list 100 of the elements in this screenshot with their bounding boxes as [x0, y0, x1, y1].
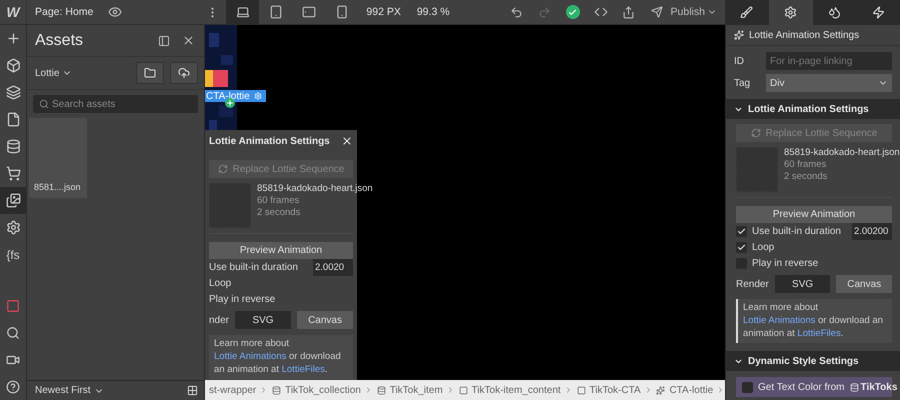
file-name: 85819-kadokado-heart.json [784, 147, 900, 158]
images-icon [6, 193, 20, 208]
panel-tab[interactable] [812, 0, 856, 24]
render-label: Render [736, 278, 769, 290]
plus-icon [6, 31, 20, 46]
close-icon[interactable] [341, 135, 353, 147]
settings-icon [784, 6, 798, 18]
device-button[interactable] [226, 0, 260, 24]
breadcrumb-item[interactable]: CTA-lottie [652, 384, 716, 396]
section-header[interactable]: Dynamic Style Settings [726, 351, 900, 372]
preview-animation-button[interactable]: Preview Animation [736, 206, 892, 223]
sort-dropdown[interactable]: Newest First [35, 385, 104, 396]
option-label: Use built-in duration [752, 226, 841, 236]
lottie-icon [656, 386, 666, 394]
folder-icon [144, 67, 156, 79]
lottie-animations-link[interactable]: Lottie Animations [214, 350, 286, 362]
panel-tab[interactable] [856, 0, 900, 24]
panel-header: Lottie Animation Settings [749, 30, 860, 40]
upload-button[interactable] [170, 62, 198, 84]
canvas-width: 992 PX [365, 6, 402, 18]
duration-text: 2 seconds [257, 207, 302, 218]
duration-field[interactable]: 2.00200 [852, 222, 892, 240]
frame-count: 60 frames [784, 159, 828, 170]
frame-count: 60 frames [257, 195, 300, 206]
breadcrumb-item[interactable]: TikTok_item [372, 384, 446, 396]
option-label: Loop [209, 278, 232, 288]
lightning-icon [872, 6, 885, 18]
finsweet-button[interactable]: {fs [0, 241, 26, 268]
option-label: Use built-in duration [209, 262, 298, 272]
folder-dropdown[interactable]: Lottie [35, 68, 130, 78]
option-label: Loop [752, 242, 774, 252]
phone-icon [334, 5, 349, 19]
render-option[interactable]: Canvas [297, 311, 354, 329]
zoom-level: 99.3 % [416, 6, 451, 18]
section-header[interactable]: Lottie Animation Settings [726, 99, 900, 119]
binding-label: Get Text Color from [758, 382, 845, 393]
panel-tab[interactable] [725, 0, 769, 24]
checkbox[interactable] [736, 242, 747, 252]
lottiefiles-link[interactable]: LottieFiles [282, 364, 325, 375]
breadcrumb-item[interactable]: TikTok-CTA [572, 384, 644, 396]
duration-text: 2 seconds [784, 171, 828, 182]
search-icon [6, 326, 20, 340]
option-label: Play in reverse [752, 258, 818, 268]
breadcrumb-item[interactable]: TikTok_collection [268, 384, 364, 396]
assets-button[interactable] [0, 187, 26, 214]
tablet-icon [268, 5, 283, 19]
option-label: Play in reverse [209, 294, 276, 304]
checkbox[interactable] [742, 382, 753, 393]
settings-icon [254, 92, 262, 100]
cart-icon [6, 166, 20, 181]
cube-icon [6, 58, 20, 73]
collection-icon [850, 382, 859, 392]
square-icon [6, 298, 20, 312]
info-text: Learn more about Lottie Animations or download an animation at LottieFiles. [209, 335, 353, 380]
checkbox[interactable] [736, 226, 747, 236]
page-selector[interactable]: Page: Home [27, 6, 102, 18]
cloud-upload-icon [178, 67, 190, 79]
element-tag[interactable]: CTA-lottie [205, 90, 266, 102]
item-icon [376, 386, 386, 394]
id-label: ID [734, 56, 745, 66]
preview-animation-button[interactable]: Preview Animation [209, 242, 353, 259]
refresh-icon [750, 128, 761, 138]
lottie-icon [734, 30, 744, 40]
tag-select[interactable]: Div [766, 74, 892, 92]
square-icon [458, 386, 468, 394]
lottiefiles-link[interactable]: LottieFiles [797, 328, 841, 339]
file-name: 85819-kadokado-heart.json [257, 183, 373, 194]
asset-card[interactable]: 8581....json [29, 118, 87, 198]
database-icon [6, 139, 20, 154]
drops-icon [828, 6, 841, 18]
help-icon [6, 380, 20, 394]
grid-icon[interactable] [187, 385, 198, 396]
duration-field[interactable]: 2.0020 [313, 258, 353, 276]
id-field[interactable]: For in-page linking [766, 52, 892, 70]
settings-icon [6, 220, 20, 235]
publish-button[interactable]: Publish [670, 6, 725, 18]
laptop-icon [236, 5, 250, 19]
search-icon [39, 99, 49, 109]
panel-title: Assets [35, 32, 84, 50]
brush-icon [740, 6, 754, 18]
refresh-icon [218, 164, 228, 174]
lottie-animations-link[interactable]: Lottie Animations [743, 314, 816, 326]
page-icon [6, 112, 20, 127]
tag-label: Tag [734, 78, 752, 88]
breadcrumb-item[interactable]: TikTok-item_content [454, 384, 564, 396]
render-label: nder [209, 314, 230, 326]
collection-icon [272, 386, 282, 394]
dialog-title: Lottie Animation Settings [209, 136, 330, 146]
square-icon [576, 386, 586, 394]
render-option[interactable]: Canvas [836, 275, 892, 293]
render-option[interactable]: SVG [235, 311, 292, 329]
search-field[interactable]: Search assets [33, 95, 198, 113]
element-icon [205, 70, 228, 87]
tablet-landscape-icon [302, 5, 316, 19]
collection-name: TikToks [850, 382, 898, 393]
layers-icon [6, 85, 20, 100]
info-text: Learn more about Lottie Animations or download an animation at LottieFiles. [736, 299, 892, 344]
new-folder-button[interactable] [136, 62, 164, 84]
render-option[interactable]: SVG [774, 275, 830, 293]
breadcrumb-item[interactable]: st-wrapper [205, 384, 260, 396]
